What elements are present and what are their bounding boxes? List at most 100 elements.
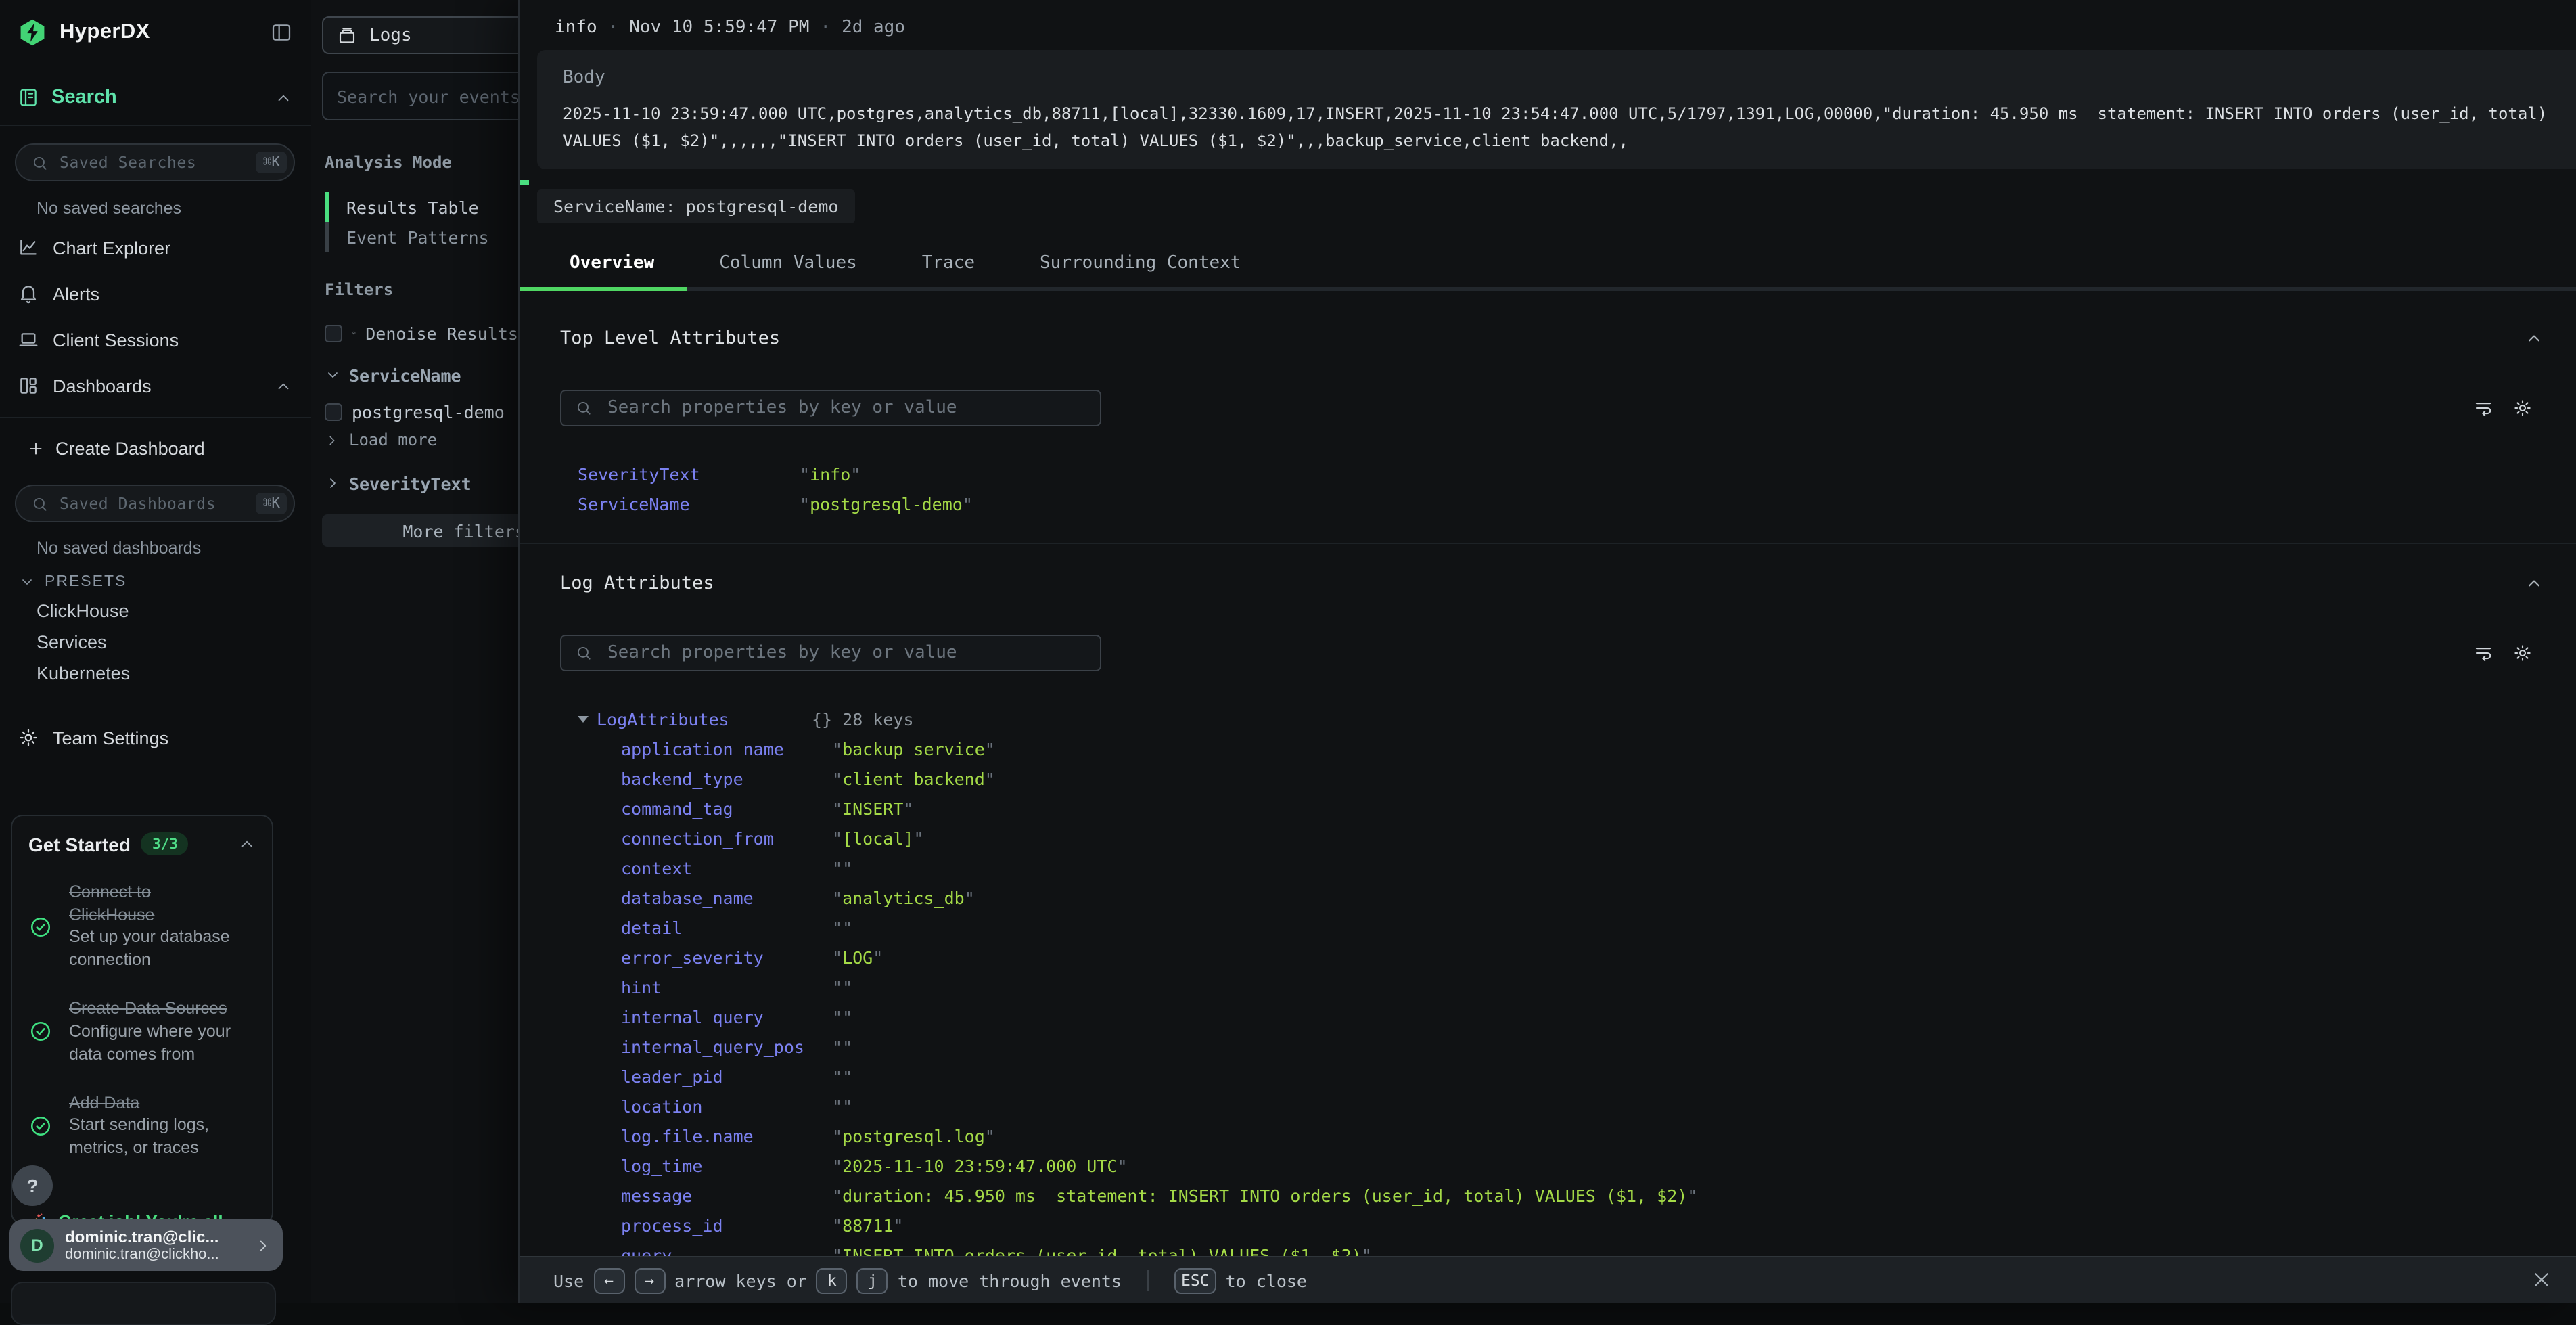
attribute-row[interactable]: command_tag INSERT — [621, 793, 2544, 823]
attribute-key[interactable]: application_name — [621, 738, 832, 759]
presets-toggle[interactable]: PRESETS — [19, 574, 311, 590]
denoise-results-checkbox-row[interactable]: Denoise Results — [325, 318, 518, 348]
attribute-key[interactable]: context — [621, 857, 832, 878]
attribute-key[interactable]: internal_query_pos — [621, 1036, 832, 1056]
attribute-row[interactable]: context — [621, 853, 2544, 882]
detail-content[interactable]: Top Level Attributes SeverityText info — [520, 292, 2576, 1257]
attribute-row[interactable]: message duration: 45.950 ms statement: I… — [621, 1180, 2544, 1210]
source-select[interactable]: Logs — [322, 16, 536, 54]
get-started-step[interactable]: Create Data Sources Configure where your… — [28, 997, 256, 1066]
property-search-input[interactable] — [605, 397, 1086, 420]
attribute-key[interactable]: message — [621, 1185, 832, 1205]
attribute-value[interactable]: postgresql-demo — [800, 493, 973, 514]
service-name-tag[interactable]: ServiceName: postgresql-demo — [537, 189, 854, 223]
attribute-value[interactable]: duration: 45.950 ms statement: INSERT IN… — [832, 1185, 1697, 1205]
close-icon[interactable] — [2531, 1270, 2552, 1290]
attribute-value[interactable]: postgresql.log — [832, 1125, 995, 1146]
attribute-row[interactable]: query INSERT INTO orders (user_id, total… — [621, 1240, 2544, 1257]
attribute-row[interactable]: backend_type client backend — [621, 763, 2544, 793]
wrap-lines-icon[interactable] — [2473, 643, 2493, 663]
sidebar-item-client-sessions[interactable]: Client Sessions — [18, 325, 292, 355]
wrap-lines-icon[interactable] — [2473, 398, 2493, 418]
facet-postgresql-demo[interactable]: postgresql-demo — [325, 397, 518, 426]
attribute-key[interactable]: log_time — [621, 1155, 832, 1175]
attribute-key[interactable]: backend_type — [621, 768, 832, 788]
attribute-value[interactable] — [832, 1036, 852, 1056]
attribute-row[interactable]: SeverityText info — [578, 459, 2544, 489]
attribute-key[interactable]: hint — [621, 976, 832, 997]
more-filters-button[interactable]: More filters — [322, 514, 538, 547]
sidebar-collapse-icon[interactable] — [271, 22, 292, 43]
attribute-row[interactable]: process_id 88711 — [621, 1210, 2544, 1240]
sidebar-item-chart-explorer[interactable]: Chart Explorer — [18, 233, 292, 263]
detail-tab[interactable]: Overview — [520, 238, 687, 291]
attribute-key[interactable]: LogAttributes — [597, 709, 812, 729]
property-search[interactable] — [560, 635, 1101, 671]
attribute-value[interactable] — [832, 1066, 852, 1086]
property-search-input[interactable] — [605, 642, 1086, 665]
get-started-step[interactable]: Connect to ClickHouse Set up your databa… — [28, 881, 256, 972]
saved-dashboards-input[interactable]: Saved Dashboards ⌘K — [15, 485, 295, 522]
analysis-mode-option[interactable]: Results Table — [329, 192, 518, 222]
attribute-row[interactable]: hint — [621, 972, 2544, 1002]
get-started-step[interactable]: Add Data Start sending logs, metrics, or… — [28, 1092, 256, 1160]
chevron-up-icon[interactable] — [238, 835, 256, 853]
attribute-key[interactable]: leader_pid — [621, 1066, 832, 1086]
load-more-button[interactable]: Load more — [325, 428, 518, 452]
gear-icon[interactable] — [2512, 398, 2533, 418]
checkbox[interactable] — [325, 324, 342, 342]
attribute-value[interactable] — [832, 976, 852, 997]
preset-item[interactable]: ClickHouse — [37, 601, 311, 621]
attribute-key[interactable]: location — [621, 1096, 832, 1116]
attribute-row[interactable]: internal_query_pos — [621, 1031, 2544, 1061]
attribute-value[interactable]: INSERT — [832, 798, 913, 818]
preset-item[interactable]: Kubernetes — [37, 663, 311, 683]
attribute-key[interactable]: SeverityText — [578, 464, 800, 484]
sidebar-item-alerts[interactable]: Alerts — [18, 279, 292, 309]
detail-tab[interactable]: Column Values — [687, 238, 890, 291]
attribute-value[interactable]: backup_service — [832, 738, 995, 759]
create-dashboard-button[interactable]: Create Dashboard — [27, 433, 292, 463]
attribute-value[interactable]: LOG — [832, 947, 883, 967]
user-menu[interactable]: D dominic.tran@clic... dominic.tran@clic… — [9, 1219, 283, 1271]
attribute-row[interactable]: error_severity LOG — [621, 942, 2544, 972]
attribute-row[interactable]: log.file.name postgresql.log — [621, 1121, 2544, 1150]
attribute-value[interactable] — [832, 1006, 852, 1027]
attribute-row[interactable]: connection_from [local] — [621, 823, 2544, 853]
attribute-value[interactable]: client backend — [832, 768, 995, 788]
attribute-key[interactable]: ServiceName — [578, 493, 800, 514]
sidebar-item-search[interactable]: Search — [0, 84, 311, 111]
sidebar-item-team-settings[interactable]: Team Settings — [18, 723, 292, 753]
collapse-section-icon[interactable] — [2525, 574, 2544, 593]
gear-icon[interactable] — [2512, 643, 2533, 663]
attribute-key[interactable]: error_severity — [621, 947, 832, 967]
attribute-value[interactable]: 88711 — [832, 1215, 903, 1235]
collapse-section-icon[interactable] — [2525, 329, 2544, 348]
expand-triangle-icon[interactable] — [578, 715, 589, 722]
attribute-row[interactable]: ServiceName postgresql-demo — [578, 489, 2544, 518]
attribute-key[interactable]: internal_query — [621, 1006, 832, 1027]
chevron-up-icon[interactable] — [275, 377, 292, 395]
attribute-value[interactable] — [832, 1096, 852, 1116]
attribute-value[interactable] — [832, 917, 852, 937]
event-search-input[interactable] — [322, 72, 536, 120]
attribute-row[interactable]: detail — [621, 912, 2544, 942]
attribute-value[interactable]: 2025-11-10 23:59:47.000 UTC — [832, 1155, 1128, 1175]
attribute-key[interactable]: connection_from — [621, 828, 832, 848]
attribute-key[interactable]: command_tag — [621, 798, 832, 818]
attribute-key[interactable]: database_name — [621, 887, 832, 907]
chevron-up-icon[interactable] — [275, 89, 292, 106]
attribute-key[interactable]: process_id — [621, 1215, 832, 1235]
checkbox[interactable] — [325, 403, 342, 420]
attribute-value[interactable]: [local] — [832, 828, 924, 848]
analysis-mode-option[interactable]: Event Patterns — [329, 222, 518, 252]
property-search[interactable] — [560, 390, 1101, 426]
attribute-key[interactable]: log.file.name — [621, 1125, 832, 1146]
attribute-row[interactable]: log_time 2025-11-10 23:59:47.000 UTC — [621, 1150, 2544, 1180]
log-attributes-root-row[interactable]: LogAttributes {} 28 keys — [578, 704, 2544, 734]
detail-tab[interactable]: Surrounding Context — [1007, 238, 1273, 291]
saved-searches-input[interactable]: Saved Searches ⌘K — [15, 143, 295, 181]
attribute-row[interactable]: internal_query — [621, 1002, 2544, 1031]
attribute-row[interactable]: location — [621, 1091, 2544, 1121]
attribute-value[interactable] — [832, 857, 852, 878]
